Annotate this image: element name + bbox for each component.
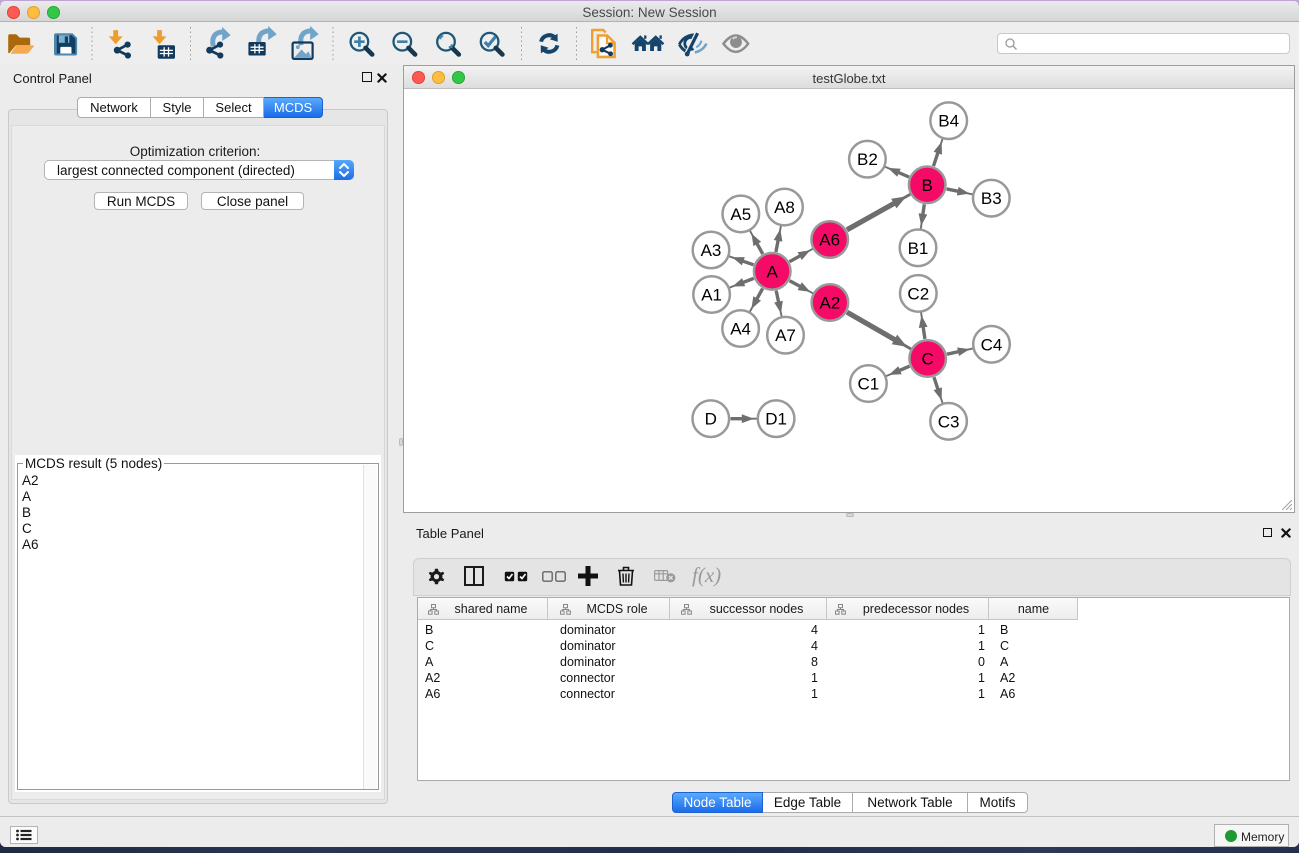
svg-text:A5: A5 (730, 205, 751, 224)
svg-text:A1: A1 (701, 286, 722, 305)
svg-text:B4: B4 (938, 112, 959, 131)
svg-text:B: B (922, 176, 933, 195)
svg-text:A7: A7 (775, 326, 796, 345)
svg-text:C: C (922, 350, 934, 369)
svg-text:A6: A6 (819, 231, 840, 250)
svg-text:B1: B1 (908, 239, 929, 258)
svg-text:D: D (705, 410, 717, 429)
svg-text:A8: A8 (774, 198, 795, 217)
svg-text:B3: B3 (981, 189, 1002, 208)
svg-text:A: A (767, 262, 779, 281)
svg-text:A4: A4 (730, 320, 751, 339)
svg-text:D1: D1 (765, 410, 787, 429)
svg-text:C2: C2 (907, 284, 929, 303)
svg-text:A2: A2 (820, 294, 841, 313)
svg-text:C4: C4 (981, 335, 1003, 354)
svg-text:C3: C3 (938, 412, 960, 431)
svg-text:C1: C1 (858, 375, 880, 394)
svg-text:A3: A3 (701, 241, 722, 260)
svg-text:B2: B2 (857, 150, 878, 169)
